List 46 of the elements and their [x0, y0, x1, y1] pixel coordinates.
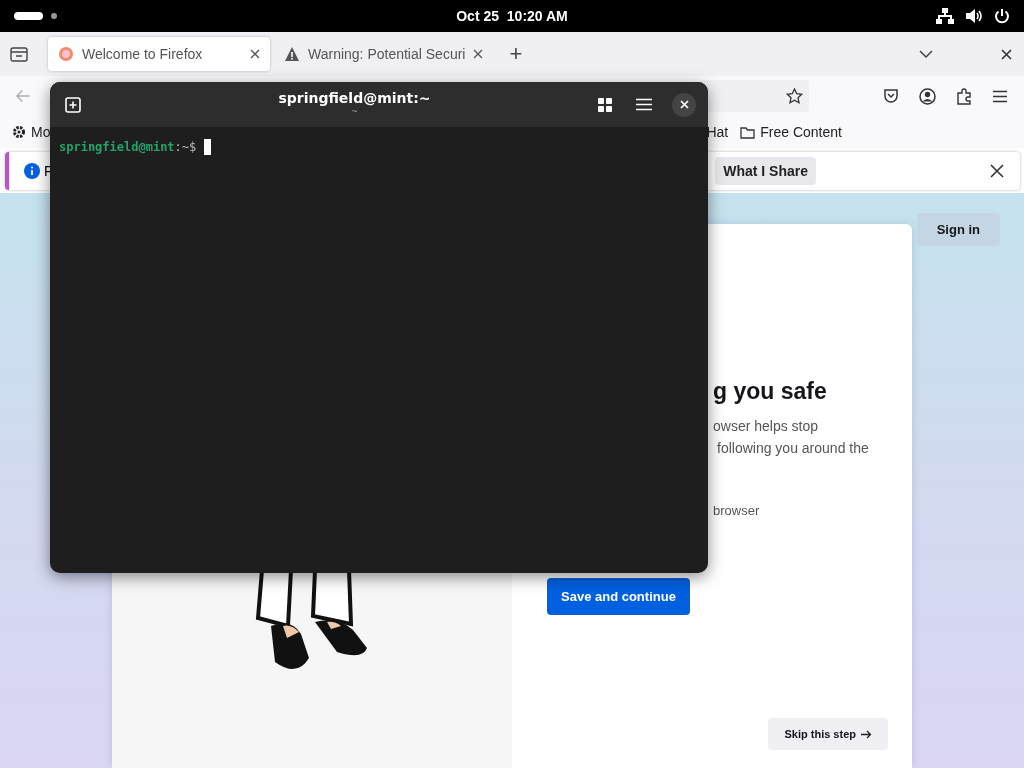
new-tab-icon[interactable]	[65, 96, 81, 113]
volume-icon[interactable]	[965, 8, 983, 24]
info-icon	[24, 163, 40, 179]
tab-list-icon[interactable]	[10, 46, 28, 62]
sign-in-button[interactable]: Sign in	[916, 213, 1000, 246]
prompt-user: springfield@mint	[59, 140, 175, 154]
close-icon[interactable]	[250, 49, 260, 59]
notification-button[interactable]: What I Share	[715, 157, 816, 185]
workspace-dot-icon[interactable]	[51, 13, 57, 19]
heading: g you safe	[713, 378, 827, 405]
window-subtitle: ~	[351, 105, 358, 119]
pocket-icon[interactable]	[883, 88, 899, 104]
chevron-down-icon[interactable]	[919, 50, 933, 58]
network-icon[interactable]	[936, 8, 954, 24]
folder-icon	[740, 125, 756, 139]
browser-tab[interactable]: Warning: Potential Securi	[274, 37, 494, 71]
close-icon[interactable]	[990, 164, 1004, 178]
body-text: owser helps stop following you around the	[713, 417, 869, 458]
browser-tab[interactable]: Welcome to Firefox	[48, 37, 270, 71]
close-icon[interactable]	[473, 49, 484, 59]
close-icon[interactable]	[1001, 48, 1012, 60]
bookmark-item[interactable]: Hat	[706, 124, 729, 140]
text-cursor	[204, 139, 212, 155]
clock[interactable]: Oct 25 10:20 AM	[456, 8, 568, 24]
gear-icon	[12, 125, 26, 139]
puzzle-piece-icon[interactable]	[956, 87, 972, 105]
close-icon	[679, 100, 689, 109]
bookmark-item[interactable]: Free Content	[740, 124, 842, 140]
skip-button[interactable]: Skip this step	[768, 718, 888, 750]
window-title: springfield@mint:~	[278, 90, 431, 105]
star-icon[interactable]	[786, 88, 803, 104]
warning-icon	[284, 46, 300, 62]
prompt-path: :~$	[174, 140, 197, 154]
address-bar[interactable]	[700, 80, 809, 112]
firefox-logo-icon	[58, 46, 74, 62]
account-icon[interactable]	[919, 87, 936, 105]
save-and-continue-button[interactable]: Save and continue	[547, 578, 690, 615]
option-label: browser	[713, 503, 760, 518]
close-button[interactable]	[672, 92, 696, 117]
bookmark-item[interactable]: Mo	[12, 124, 51, 140]
power-icon[interactable]	[994, 8, 1010, 24]
workspace-indicator-icon[interactable]	[14, 12, 43, 20]
arrow-right-icon	[861, 729, 872, 739]
menu-icon[interactable]	[992, 89, 1008, 103]
new-tab-button[interactable]: +	[509, 41, 523, 67]
grid-icon[interactable]	[598, 97, 612, 112]
